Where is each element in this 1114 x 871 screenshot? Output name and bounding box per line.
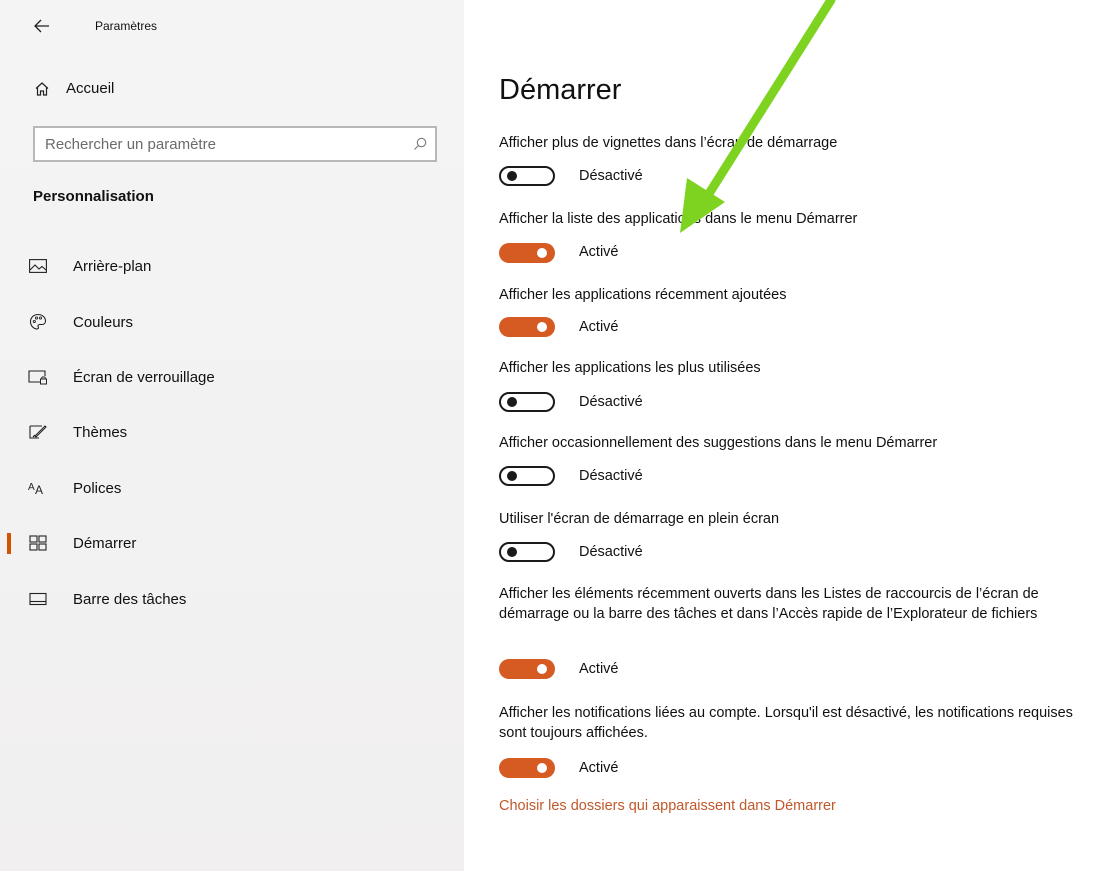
toggle-knob	[507, 471, 517, 481]
section-title: Personnalisation	[33, 188, 154, 205]
setting-label: Utiliser l'écran de démarrage en plein é…	[499, 511, 780, 527]
main-panel: Démarrer Afficher plus de vignettes dans…	[464, 0, 1114, 871]
sidebar-item-arriere-plan[interactable]: Arrière-plan	[0, 246, 464, 286]
setting-label: Afficher les applications récemment ajou…	[499, 287, 787, 303]
toggle-knob	[537, 322, 547, 332]
lock-screen-icon	[28, 368, 48, 386]
sidebar-item-label: Polices	[73, 479, 122, 497]
toggle-more-tiles[interactable]	[499, 166, 555, 186]
toggle-account-notifications[interactable]	[499, 758, 555, 778]
setting-label: Afficher plus de vignettes dans l’écran …	[499, 135, 838, 151]
sidebar-item-label: Arrière-plan	[73, 257, 152, 275]
toggle-state-label: Désactivé	[579, 394, 643, 410]
toggle-knob	[507, 171, 517, 181]
toggle-state-label: Activé	[579, 661, 619, 677]
toggle-state-label: Activé	[579, 760, 619, 776]
start-icon	[28, 534, 48, 552]
toggle-recently-added[interactable]	[499, 317, 555, 337]
toggle-knob	[537, 664, 547, 674]
svg-text:A: A	[28, 482, 35, 493]
setting-label: Afficher les éléments récemment ouverts …	[499, 586, 1039, 622]
setting-label: Afficher la liste des applications dans …	[499, 211, 858, 227]
sidebar-item-label: Couleurs	[73, 313, 134, 331]
home-nav-item[interactable]: Accueil	[34, 80, 114, 97]
setting-label: Afficher les applications les plus utili…	[499, 360, 761, 376]
taskbar-icon	[28, 590, 48, 608]
toggle-app-list[interactable]	[499, 243, 555, 263]
toggle-state-label: Désactivé	[579, 544, 643, 560]
toggle-knob	[507, 397, 517, 407]
app-title: Paramètres	[95, 19, 158, 33]
picture-icon	[28, 257, 48, 275]
toggle-state-label: Désactivé	[579, 168, 643, 184]
toggle-state-label: Activé	[579, 244, 619, 260]
setting-label: Afficher les notifications liées au comp…	[499, 705, 1073, 741]
fonts-icon: A A	[28, 479, 48, 497]
toggle-recent-items[interactable]	[499, 659, 555, 679]
sidebar-item-ecran-de-verrouillage[interactable]: Écran de verrouillage	[0, 357, 464, 397]
sidebar: Paramètres Accueil Personnalisation	[0, 0, 464, 871]
setting-label: Afficher occasionnellement des suggestio…	[499, 435, 938, 451]
sidebar-item-label: Démarrer	[73, 534, 137, 552]
home-icon	[35, 81, 49, 96]
back-arrow-icon	[34, 19, 49, 33]
toggle-most-used[interactable]	[499, 392, 555, 412]
sidebar-item-label: Écran de verrouillage	[73, 368, 215, 386]
settings-window: Paramètres Accueil Personnalisation	[0, 0, 1114, 871]
toggle-state-label: Activé	[579, 319, 619, 335]
active-indicator	[7, 533, 11, 554]
choose-folders-link[interactable]: Choisir les dossiers qui apparaissent da…	[499, 798, 836, 814]
toggle-knob	[507, 547, 517, 557]
sidebar-item-label: Barre des tâches	[73, 590, 187, 608]
toggle-knob	[537, 248, 547, 258]
sidebar-item-polices[interactable]: A A Polices	[0, 468, 464, 508]
search-box[interactable]	[33, 126, 437, 162]
toggle-suggestions[interactable]	[499, 466, 555, 486]
page-title: Démarrer	[499, 74, 622, 106]
sidebar-item-barre-des-taches[interactable]: Barre des tâches	[0, 579, 464, 619]
palette-icon	[28, 313, 48, 331]
sidebar-item-couleurs[interactable]: Couleurs	[0, 302, 464, 342]
search-icon[interactable]	[405, 137, 435, 151]
sidebar-item-label: Thèmes	[73, 423, 128, 441]
toggle-knob	[537, 763, 547, 773]
svg-text:A: A	[35, 483, 43, 496]
back-button[interactable]	[30, 14, 54, 38]
sidebar-item-themes[interactable]: Thèmes	[0, 412, 464, 452]
toggle-full-screen[interactable]	[499, 542, 555, 562]
sidebar-item-demarrer[interactable]: Démarrer	[0, 523, 464, 563]
toggle-state-label: Désactivé	[579, 468, 643, 484]
search-input[interactable]	[35, 128, 405, 160]
themes-icon	[28, 423, 48, 441]
home-label: Accueil	[66, 80, 115, 97]
